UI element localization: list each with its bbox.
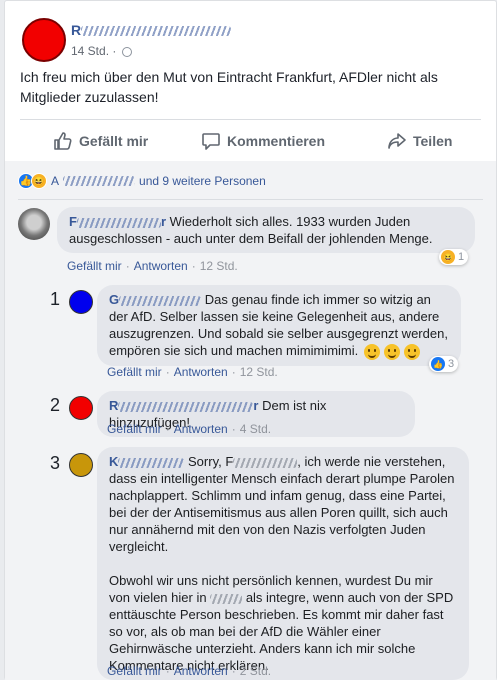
globe-icon <box>122 46 133 57</box>
like-button[interactable]: Gefällt mir <box>53 129 148 153</box>
commenter-name[interactable]: K <box>109 454 185 469</box>
commenter-name[interactable]: Rr <box>109 398 258 413</box>
annotation-number: 3 <box>50 453 61 473</box>
comment-reply-link[interactable]: Antworten <box>134 259 188 273</box>
comment-reply-link[interactable]: Antworten <box>174 422 228 436</box>
comment-bubble: Fr Wiederholt sich alles. 1933 wurden Ju… <box>57 207 475 253</box>
reaction-count-badge[interactable]: 👍 3 <box>429 356 459 372</box>
divider <box>18 199 483 200</box>
comment-actions: Gefällt mir · Antworten · 2 Std. <box>107 664 272 678</box>
post-meta: 14 Std. · <box>71 44 133 58</box>
share-icon <box>388 133 406 149</box>
smiley-icon <box>363 343 380 360</box>
comment-time[interactable]: 4 Std. <box>240 422 271 436</box>
like-icon: 👍 <box>431 357 445 371</box>
redaction-scribble <box>81 26 232 37</box>
redaction-scribble <box>63 176 136 186</box>
reaction-count-badge[interactable]: 😆 1 <box>439 249 469 265</box>
comment-like-link[interactable]: Gefällt mir <box>107 422 162 436</box>
reactions-summary[interactable]: 👍 😆 A und 9 weitere Personen <box>18 173 266 189</box>
smiley-icon <box>403 343 420 360</box>
post-author-name[interactable]: R <box>71 22 232 38</box>
comment-time[interactable]: 2 Std. <box>240 664 271 678</box>
haha-icon: 😆 <box>441 250 455 264</box>
comment-icon <box>202 133 220 150</box>
annotation-number: 2 <box>50 395 61 415</box>
post-text: Ich freu mich über den Mut von Eintracht… <box>20 69 438 105</box>
commenter-avatar[interactable] <box>69 453 93 477</box>
commenter-name[interactable]: Fr <box>69 214 166 229</box>
comment-like-link[interactable]: Gefällt mir <box>67 259 122 273</box>
post-card: R 14 Std. · Ich freu mich über den Mut v… <box>4 0 497 680</box>
thumbs-up-icon <box>54 132 72 150</box>
comment-like-link[interactable]: Gefällt mir <box>107 664 162 678</box>
post-author-avatar[interactable] <box>22 18 66 62</box>
haha-reaction-icon: 😆 <box>31 173 47 189</box>
comment-actions: Gefällt mir · Antworten · 12 Std. <box>67 259 238 273</box>
comment-actions: Gefällt mir · Antworten · 4 Std. <box>107 422 272 436</box>
commenter-name[interactable]: G <box>109 292 202 307</box>
comment-reply-link[interactable]: Antworten <box>174 664 228 678</box>
commenter-avatar[interactable] <box>69 396 93 420</box>
redaction-scribble <box>210 593 243 604</box>
comment-reply-link[interactable]: Antworten <box>174 365 228 379</box>
post-time[interactable]: 14 Std. · <box>71 44 116 58</box>
comment-time[interactable]: 12 Std. <box>200 259 238 273</box>
commenter-avatar[interactable] <box>18 208 50 240</box>
divider <box>20 119 481 120</box>
comment-like-link[interactable]: Gefällt mir <box>107 365 162 379</box>
comment-bubble: K Sorry, F, ich werde nie verstehen, das… <box>97 447 469 680</box>
commenter-avatar[interactable] <box>69 290 93 314</box>
comment-button[interactable]: Kommentieren <box>201 129 325 153</box>
comment-bubble: G Das genau finde ich immer so witzig an… <box>97 285 461 366</box>
comment-actions: Gefällt mir · Antworten · 12 Std. <box>107 365 278 379</box>
redaction-scribble <box>233 457 298 468</box>
comment-time[interactable]: 12 Std. <box>240 365 278 379</box>
annotation-number: 1 <box>50 289 61 309</box>
smiley-icon <box>383 343 400 360</box>
share-button[interactable]: Teilen <box>387 129 452 153</box>
